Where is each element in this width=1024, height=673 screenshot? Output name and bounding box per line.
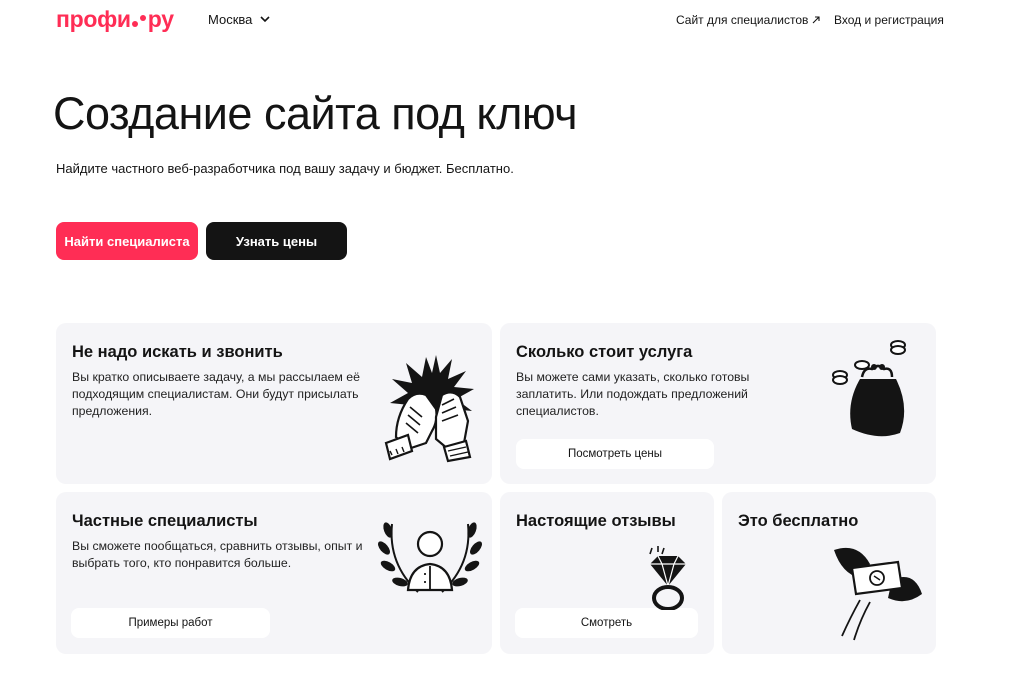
card-free-title: Это бесплатно <box>738 512 859 530</box>
high-five-icon <box>384 355 474 463</box>
city-selector[interactable]: Москва <box>208 12 270 27</box>
city-label: Москва <box>208 12 253 27</box>
find-specialist-button[interactable]: Найти специалиста <box>56 222 198 260</box>
learn-prices-button[interactable]: Узнать цены <box>206 222 347 260</box>
page-subtitle: Найдите частного веб-разработчика под ва… <box>56 161 514 176</box>
work-examples-button[interactable]: Примеры работ <box>71 608 270 638</box>
view-reviews-button[interactable]: Смотреть <box>515 608 698 638</box>
specialists-site-link[interactable]: Сайт для специалистов <box>676 13 820 27</box>
card-no-search: Не надо искать и звонить Вы кратко описы… <box>56 323 492 484</box>
logo-text-left: профи <box>56 6 131 32</box>
card-private-text: Вы сможете пообщаться, сравнить отзывы, … <box>72 539 363 570</box>
page-title: Создание сайта под ключ <box>53 88 578 139</box>
header: профи ру Москва Сайт для специалистов Вхо… <box>0 0 1024 40</box>
logo-dots-icon <box>131 13 147 28</box>
card-no-search-title: Не надо искать и звонить <box>72 343 283 361</box>
login-link[interactable]: Вход и регистрация <box>834 13 944 27</box>
specialists-site-label: Сайт для специалистов <box>676 13 809 27</box>
card-price-title: Сколько стоит услуга <box>516 343 693 361</box>
laurel-person-icon <box>378 522 482 593</box>
wallet-coins-icon <box>832 340 906 437</box>
card-no-search-text: Вы кратко описываете задачу, а мы рассыл… <box>72 370 360 418</box>
card-private-title: Частные специалисты <box>72 512 258 530</box>
card-private-specialists: Частные специалисты Вы сможете пообщатьс… <box>56 492 492 654</box>
logo[interactable]: профи ру <box>56 6 174 33</box>
card-reviews: Настоящие отзывы Смотреть <box>500 492 714 654</box>
diamond-ring-icon <box>649 546 686 610</box>
view-prices-button[interactable]: Посмотреть цены <box>516 439 714 469</box>
card-price-text: Вы можете сами указать, сколько готовы з… <box>516 370 750 418</box>
card-price: Сколько стоит услуга Вы можете сами указ… <box>500 323 936 484</box>
card-free: Это бесплатно <box>722 492 936 654</box>
external-arrow-icon <box>813 16 820 24</box>
chevron-down-icon <box>260 16 270 23</box>
flying-money-icon <box>834 547 922 641</box>
card-reviews-title: Настоящие отзывы <box>516 512 676 530</box>
logo-text-right: ру <box>147 6 174 32</box>
